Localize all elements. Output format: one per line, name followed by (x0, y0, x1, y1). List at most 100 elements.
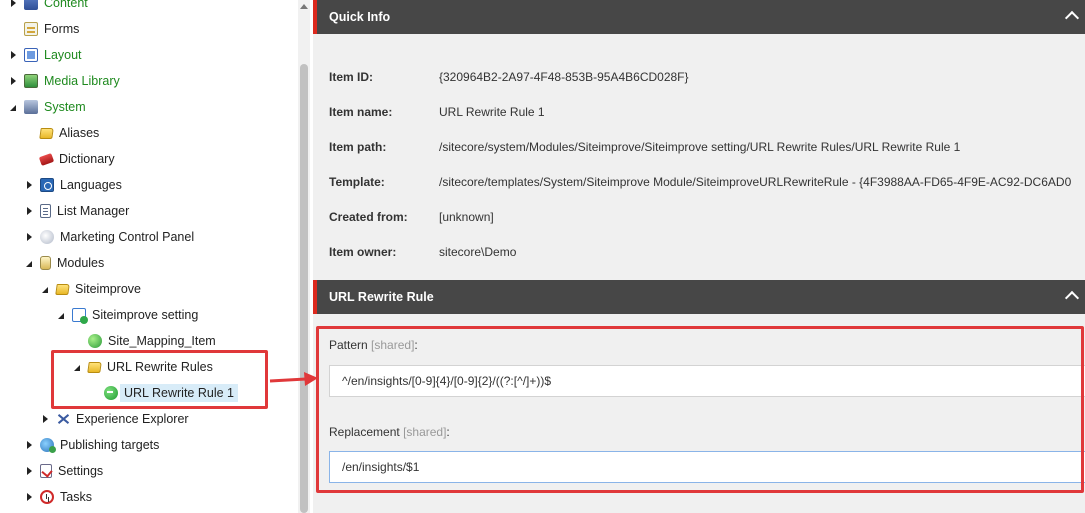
tree-item-label[interactable]: Experience Explorer (76, 412, 189, 426)
quick-info-label: Template: (329, 175, 385, 189)
collapsed-arrow-icon[interactable] (24, 492, 34, 502)
tree-item-marketing-control-panel[interactable]: Marketing Control Panel (24, 226, 194, 248)
tree-item-label[interactable]: Siteimprove (75, 282, 141, 296)
tree-item-label[interactable]: Layout (44, 48, 82, 62)
media-library-icon (24, 74, 38, 88)
collapsed-arrow-icon[interactable] (24, 206, 34, 216)
collapse-chevron-icon[interactable] (1064, 10, 1080, 26)
tree-item-content[interactable]: Content (8, 0, 88, 14)
tree-item-label[interactable]: Dictionary (59, 152, 115, 166)
list-manager-icon (40, 204, 51, 218)
tree-item-label[interactable]: Modules (57, 256, 104, 270)
tree-item-label[interactable]: Marketing Control Panel (60, 230, 194, 244)
tree-item-settings[interactable]: Settings (24, 460, 103, 482)
collapsed-arrow-icon[interactable] (24, 440, 34, 450)
quick-info-value[interactable]: {320964B2-2A97-4F48-853B-95A4B6CD028F} (439, 70, 689, 84)
url-rewrite-rule-header[interactable]: URL Rewrite Rule (313, 280, 1085, 314)
quick-info-value[interactable]: /sitecore/templates/System/Siteimprove M… (439, 175, 1071, 189)
content-tree: Content Forms Layout Media Library System Ali… (0, 0, 298, 513)
tree-item-modules[interactable]: Modules (24, 252, 104, 274)
quick-info-value[interactable]: [unknown] (439, 210, 494, 224)
quick-info-row: Created from: [unknown] (329, 208, 494, 226)
tree-item-label[interactable]: Forms (44, 22, 79, 36)
tree-item-system[interactable]: System (8, 96, 86, 118)
publishing-icon (40, 438, 56, 453)
collapsed-arrow-icon[interactable] (8, 50, 18, 60)
quick-info-label: Created from: (329, 210, 408, 224)
tree-item-tasks[interactable]: Tasks (24, 486, 92, 508)
collapsed-arrow-icon[interactable] (24, 180, 34, 190)
tree-item-siteimprove[interactable]: Siteimprove (40, 278, 141, 300)
tree-item-label[interactable]: Publishing targets (60, 438, 159, 452)
tasks-icon (40, 490, 54, 504)
pattern-label-text: Pattern (329, 338, 368, 352)
tree-item-site-mapping-item[interactable]: Site_Mapping_Item (72, 330, 216, 352)
annotation-arrow-icon (269, 372, 318, 386)
tree-item-label[interactable]: Aliases (59, 126, 99, 140)
quick-info-value[interactable]: URL Rewrite Rule 1 (439, 105, 545, 119)
tree-item-url-rewrite-rules[interactable]: URL Rewrite Rules (72, 356, 213, 378)
tree-item-label[interactable]: Content (44, 0, 88, 10)
tree-item-label[interactable]: List Manager (57, 204, 129, 218)
globe-icon (88, 334, 102, 348)
pattern-value: ^/en/insights/[0-9]{4}/[0-9]{2}/((?:[^/]… (342, 374, 552, 388)
pattern-input[interactable]: ^/en/insights/[0-9]{4}/[0-9]{2}/((?:[^/]… (329, 365, 1085, 397)
tree-item-label[interactable]: URL Rewrite Rule 1 (120, 384, 238, 402)
tree-item-label[interactable]: Siteimprove setting (92, 308, 198, 322)
tree-item-publishing-targets[interactable]: Publishing targets (24, 434, 159, 456)
quick-info-label: Item path: (329, 140, 387, 154)
tree-item-languages[interactable]: Languages (24, 174, 122, 196)
expanded-arrow-icon[interactable] (8, 102, 18, 112)
scroll-up-arrow[interactable] (300, 4, 308, 9)
url-rewrite-rule-title: URL Rewrite Rule (329, 290, 434, 304)
item-editor: Quick Info Item ID: {320964B2-2A97-4F48-8… (313, 0, 1085, 513)
replacement-label-colon: : (446, 425, 450, 439)
system-icon (24, 100, 38, 114)
quick-info-label: Item ID: (329, 70, 374, 84)
rewrite-rule-icon (104, 386, 118, 400)
folder-icon (55, 283, 70, 295)
modules-icon (40, 256, 51, 270)
tree-item-dictionary[interactable]: Dictionary (24, 148, 115, 170)
collapsed-arrow-icon[interactable] (8, 76, 18, 86)
collapsed-arrow-icon[interactable] (40, 414, 50, 424)
quick-info-row: Item ID: {320964B2-2A97-4F48-853B-95A4B6C… (329, 68, 689, 86)
collapsed-arrow-icon[interactable] (8, 0, 18, 8)
tree-item-label[interactable]: Settings (58, 464, 103, 478)
forms-icon (24, 22, 38, 36)
expanded-arrow-icon[interactable] (24, 258, 34, 268)
languages-icon (40, 178, 54, 192)
tree-item-label[interactable]: System (44, 100, 86, 114)
quick-info-row: Item path: /sitecore/system/Modules/Sitei… (329, 138, 960, 156)
content-icon (24, 0, 38, 10)
tree-item-experience-explorer[interactable]: Experience Explorer (40, 408, 189, 430)
tree-item-forms[interactable]: Forms (8, 18, 79, 40)
tree-item-url-rewrite-rule-1[interactable]: URL Rewrite Rule 1 (88, 382, 238, 404)
tree-item-layout[interactable]: Layout (8, 44, 82, 66)
quick-info-header[interactable]: Quick Info (313, 0, 1085, 34)
tree-item-label[interactable]: Media Library (44, 74, 120, 88)
expanded-arrow-icon[interactable] (72, 362, 82, 372)
expanded-arrow-icon[interactable] (56, 310, 66, 320)
collapse-chevron-icon[interactable] (1064, 290, 1080, 306)
expanded-arrow-icon[interactable] (40, 284, 50, 294)
tree-scrollbar[interactable] (298, 0, 310, 513)
tree-item-label[interactable]: URL Rewrite Rules (107, 360, 213, 374)
tree-item-aliases[interactable]: Aliases (24, 122, 99, 144)
tree-item-list-manager[interactable]: List Manager (24, 200, 129, 222)
tree-item-label[interactable]: Site_Mapping_Item (108, 334, 216, 348)
quick-info-title: Quick Info (329, 10, 391, 24)
tree-item-label[interactable]: Tasks (60, 490, 92, 504)
replacement-input[interactable]: /en/insights/$1 (329, 451, 1085, 483)
tree-item-media-library[interactable]: Media Library (8, 70, 120, 92)
setting-item-icon (72, 308, 88, 324)
collapsed-arrow-icon[interactable] (24, 232, 34, 242)
tree-item-siteimprove-setting[interactable]: Siteimprove setting (56, 304, 198, 326)
pattern-shared-tag: [shared] (371, 338, 415, 352)
quick-info-value[interactable]: /sitecore/system/Modules/Siteimprove/Sit… (439, 140, 960, 154)
quick-info-value[interactable]: sitecore\Demo (439, 245, 516, 259)
scroll-thumb[interactable] (300, 64, 308, 513)
tree-item-label[interactable]: Languages (60, 178, 122, 192)
collapsed-arrow-icon[interactable] (24, 466, 34, 476)
layout-icon (24, 48, 38, 62)
